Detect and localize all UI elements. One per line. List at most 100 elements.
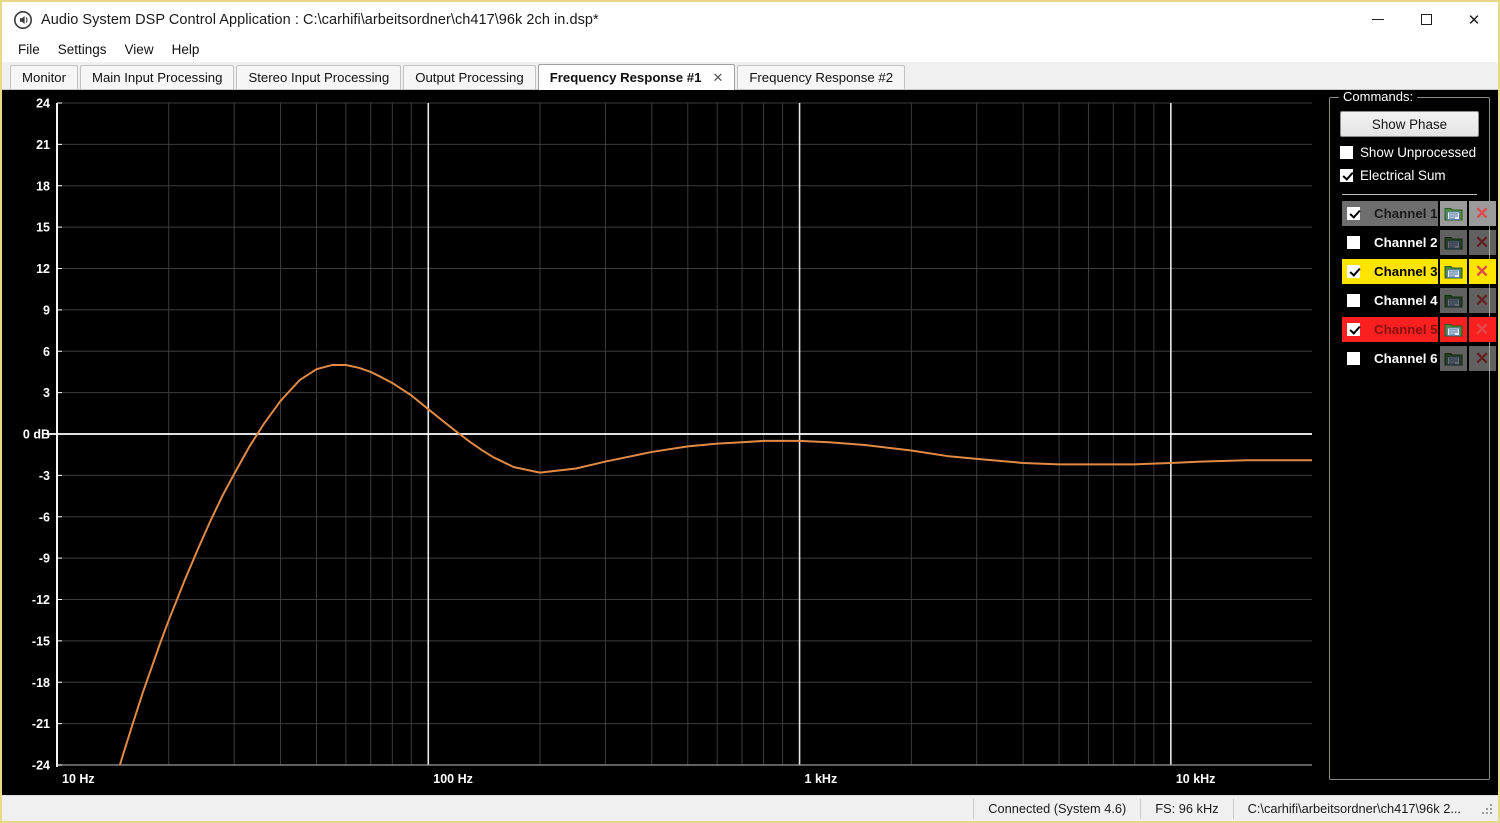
channel-1-selector[interactable]: Channel 1	[1342, 201, 1438, 226]
channel-2-load-file-button[interactable]	[1439, 230, 1467, 255]
channel-2-checkbox[interactable]	[1347, 236, 1360, 249]
panel-divider	[1342, 194, 1477, 195]
maximize-icon	[1420, 14, 1432, 25]
chart-ytick-label: -12	[32, 593, 50, 607]
electrical-sum-checkbox-row[interactable]: Electrical Sum	[1340, 168, 1479, 183]
channel-row[interactable]: Channel 1 ✕	[1342, 201, 1496, 226]
status-bar: Connected (System 4.6) FS: 96 kHz C:\car…	[2, 795, 1498, 821]
status-connection: Connected (System 4.6)	[973, 798, 1140, 819]
channel-5-checkbox[interactable]	[1347, 323, 1360, 336]
folder-icon	[1444, 353, 1463, 366]
channel-6-load-file-button[interactable]	[1439, 346, 1467, 371]
chart-ytick-label: -3	[39, 469, 50, 483]
tab-label: Monitor	[22, 70, 66, 85]
close-icon: ✕	[1474, 262, 1490, 281]
channel-row[interactable]: Channel 3 ✕	[1342, 259, 1496, 284]
tab-label: Stereo Input Processing	[248, 70, 390, 85]
folder-icon	[1444, 266, 1463, 279]
channel-1-checkbox[interactable]	[1347, 207, 1360, 220]
channel-6-checkbox[interactable]	[1347, 352, 1360, 365]
electrical-sum-checkbox[interactable]	[1340, 169, 1353, 182]
chart-ytick-label: 18	[36, 179, 50, 193]
channel-4-load-file-button[interactable]	[1439, 288, 1467, 313]
channel-list: Channel 1 ✕ Channel 2 ✕ Channel 3 ✕ Channel 4 ✕…	[1340, 201, 1496, 371]
channel-5-label: Channel 5	[1374, 322, 1438, 337]
chart-ytick-label: -18	[32, 676, 50, 690]
chart-ytick-label: 24	[36, 97, 50, 111]
close-icon: ✕	[1474, 349, 1490, 368]
channel-6-selector[interactable]: Channel 6	[1342, 346, 1438, 371]
channel-row[interactable]: Channel 2 ✕	[1342, 230, 1496, 255]
channel-2-selector[interactable]: Channel 2	[1342, 230, 1438, 255]
channel-3-selector[interactable]: Channel 3	[1342, 259, 1438, 284]
chart-ytick-label: -24	[32, 759, 50, 773]
channel-3-load-file-button[interactable]	[1439, 259, 1467, 284]
channel-row[interactable]: Channel 5 ✕	[1342, 317, 1496, 342]
speaker-icon	[14, 10, 32, 29]
tab-stereo-input-processing[interactable]: Stereo Input Processing	[236, 65, 402, 89]
minimize-icon	[1372, 18, 1384, 21]
workspace: 24 21 18 15 12 9 6 3 0 dB -3 -6 -9 -12 -15 -18 -21 -24 10…	[2, 89, 1498, 795]
channel-4-selector[interactable]: Channel 4	[1342, 288, 1438, 313]
tab-frequency-response-2[interactable]: Frequency Response #2	[737, 65, 906, 89]
chart-canvas[interactable]: 24 21 18 15 12 9 6 3 0 dB -3 -6 -9 -12 -15 -18 -21 -24 10…	[2, 90, 1324, 790]
channel-5-selector[interactable]: Channel 5	[1342, 317, 1438, 342]
chart-xtick-label: 10 kHz	[1176, 772, 1216, 786]
tab-main-input-processing[interactable]: Main Input Processing	[79, 65, 235, 89]
tab-frequency-response-1[interactable]: Frequency Response #1 ✕	[537, 64, 736, 90]
channel-6-delete-button[interactable]: ✕	[1468, 346, 1496, 371]
status-file-path: C:\carhifi\arbeitsordner\ch417\96k 2...	[1232, 798, 1475, 819]
chart-xtick-label: 100 Hz	[433, 772, 473, 786]
channel-3-label: Channel 3	[1374, 264, 1438, 279]
channel-3-checkbox[interactable]	[1347, 265, 1360, 278]
channel-row[interactable]: Channel 4 ✕	[1342, 288, 1496, 313]
close-icon: ✕	[1474, 204, 1490, 223]
folder-icon	[1444, 295, 1463, 308]
commands-group-title: Commands:	[1339, 89, 1418, 104]
menu-item-file[interactable]: File	[9, 39, 49, 60]
close-icon: ✕	[1474, 320, 1490, 339]
tab-monitor[interactable]: Monitor	[10, 65, 78, 89]
channel-2-delete-button[interactable]: ✕	[1468, 230, 1496, 255]
show-unprocessed-label: Show Unprocessed	[1360, 145, 1477, 160]
menu-item-help[interactable]: Help	[163, 39, 209, 60]
channel-3-delete-button[interactable]: ✕	[1468, 259, 1496, 284]
window-title: Audio System DSP Control Application : C…	[41, 11, 599, 28]
resize-grip-icon[interactable]	[1479, 801, 1495, 817]
chart-ytick-label: 21	[36, 138, 50, 152]
channel-4-delete-button[interactable]: ✕	[1468, 288, 1496, 313]
menu-item-settings[interactable]: Settings	[49, 39, 116, 60]
channel-4-label: Channel 4	[1374, 293, 1438, 308]
status-sample-rate: FS: 96 kHz	[1140, 798, 1232, 819]
chart-ytick-label: 9	[43, 303, 50, 317]
channel-4-checkbox[interactable]	[1347, 294, 1360, 307]
application-window: Audio System DSP Control Application : C…	[0, 0, 1500, 823]
menu-item-view[interactable]: View	[116, 39, 163, 60]
chart-ytick-label: -15	[32, 634, 50, 648]
show-unprocessed-checkbox-row[interactable]: Show Unprocessed	[1340, 145, 1479, 160]
channel-2-label: Channel 2	[1374, 235, 1438, 250]
tab-label: Frequency Response #2	[749, 70, 894, 85]
folder-icon	[1444, 237, 1463, 250]
channel-row[interactable]: Channel 6 ✕	[1342, 346, 1496, 371]
minimize-button[interactable]	[1354, 2, 1402, 37]
show-unprocessed-checkbox[interactable]	[1340, 146, 1353, 159]
tab-strip: Monitor Main Input Processing Stereo Inp…	[2, 62, 1498, 90]
electrical-sum-label: Electrical Sum	[1360, 168, 1446, 183]
close-button[interactable]: ✕	[1450, 2, 1498, 37]
frequency-response-chart[interactable]: 24 21 18 15 12 9 6 3 0 dB -3 -6 -9 -12 -15 -18 -21 -24 10…	[2, 90, 1324, 795]
tab-close-icon[interactable]: ✕	[712, 70, 723, 86]
channel-1-delete-button[interactable]: ✕	[1468, 201, 1496, 226]
tab-output-processing[interactable]: Output Processing	[403, 65, 536, 89]
commands-panel: Commands: Show Phase Show Unprocessed El…	[1324, 89, 1498, 795]
show-phase-button[interactable]: Show Phase	[1340, 111, 1479, 137]
close-icon: ✕	[1467, 11, 1481, 29]
maximize-button[interactable]	[1402, 2, 1450, 37]
channel-1-load-file-button[interactable]	[1439, 201, 1467, 226]
channel-5-delete-button[interactable]: ✕	[1468, 317, 1496, 342]
channel-5-load-file-button[interactable]	[1439, 317, 1467, 342]
chart-ytick-label: 15	[36, 221, 50, 235]
folder-icon	[1444, 324, 1463, 337]
channel-1-label: Channel 1	[1374, 206, 1438, 221]
chart-background	[2, 90, 1324, 790]
